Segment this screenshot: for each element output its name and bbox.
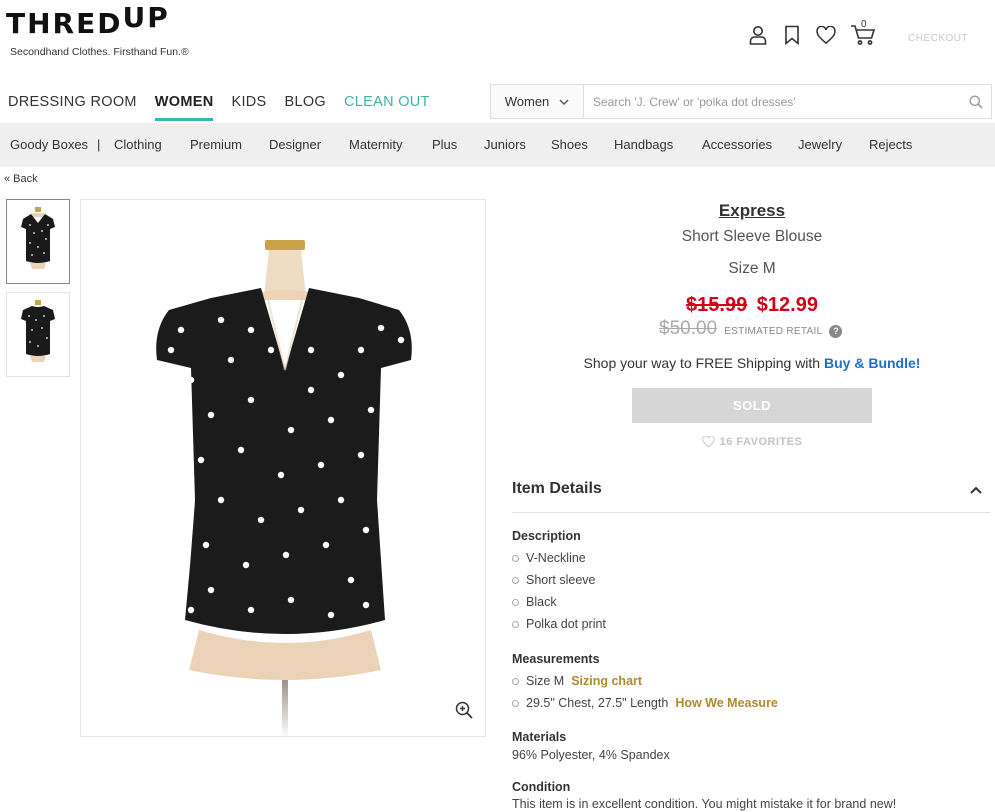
heart-icon[interactable] (816, 24, 836, 46)
category-handbags[interactable]: Handbags (614, 137, 673, 152)
retail-price: $50.00 (659, 318, 718, 339)
chevron-up-icon (970, 486, 982, 494)
category-maternity[interactable]: Maternity (349, 137, 402, 152)
favorites-count: 16 FAVORITES (719, 436, 803, 448)
heart-outline-icon (701, 436, 715, 448)
description-list: V-Neckline Short sleeve Black Polka dot … (512, 547, 606, 635)
search-bar: Women (490, 84, 992, 119)
search-icon[interactable] (961, 85, 991, 118)
logo[interactable]: THREDUP Secondhand Clothes. Firsthand Fu… (6, 1, 189, 59)
main-nav: DRESSING ROOM WOMEN KIDS BLOG CLEAN OUT (8, 94, 430, 121)
sold-button[interactable]: SOLD (632, 388, 872, 423)
materials-title: Materials (512, 730, 567, 744)
shipping-text: Shop your way to FREE Shipping with (583, 355, 824, 371)
checkout-link[interactable]: CHECKOUT (908, 33, 968, 44)
item-details-toggle[interactable]: Item Details (512, 480, 990, 513)
measurement-dims: 29.5" Chest, 27.5" Length (526, 696, 669, 710)
category-premium[interactable]: Premium (190, 137, 242, 152)
retail-help-icon[interactable]: ? (829, 324, 843, 338)
list-item: Size M Sizing chart (512, 670, 778, 692)
search-input[interactable] (584, 85, 961, 118)
condition-title: Condition (512, 780, 571, 794)
category-accessories[interactable]: Accessories (702, 137, 772, 152)
condition-text: This item is in excellent condition. You… (512, 797, 897, 811)
nav-dressing-room[interactable]: DRESSING ROOM (8, 94, 137, 121)
blouse-thumbnail-back-image (21, 299, 55, 362)
category-goody-boxes[interactable]: Goody Boxes (10, 137, 88, 152)
back-link[interactable]: « Back (4, 173, 38, 185)
original-price: $15.99 (686, 294, 748, 316)
measurements-list: Size M Sizing chart 29.5" Chest, 27.5" Le… (512, 670, 778, 714)
product-brand[interactable]: Express (512, 201, 992, 221)
retail-block: $50.00 ESTIMATED RETAIL ? (659, 318, 843, 340)
list-item: Polka dot print (512, 613, 606, 635)
tagline: Secondhand Clothes. Firsthand Fun.® (10, 46, 189, 58)
nav-kids[interactable]: KIDS (231, 94, 266, 121)
list-item: V-Neckline (512, 547, 606, 569)
category-plus[interactable]: Plus (432, 137, 457, 152)
description-title: Description (512, 529, 581, 543)
bookmark-icon[interactable] (782, 24, 802, 46)
list-item: Black (512, 591, 606, 613)
item-details-title: Item Details (512, 480, 602, 497)
list-item: 29.5" Chest, 27.5" Length How We Measure (512, 692, 778, 714)
thumbnail-front[interactable] (6, 199, 70, 284)
measurement-size: Size M (526, 674, 565, 688)
product-main-image[interactable] (80, 199, 486, 737)
category-rejects[interactable]: Rejects (869, 137, 912, 152)
category-bar: Goody Boxes | Clothing Premium Designer … (0, 123, 995, 167)
cart-icon[interactable]: 0 (850, 19, 876, 46)
product-name: Short Sleeve Blouse (681, 228, 823, 245)
zoom-icon[interactable] (455, 701, 473, 724)
nav-clean-out[interactable]: CLEAN OUT (344, 94, 430, 121)
list-item: Short sleeve (512, 569, 606, 591)
category-designer[interactable]: Designer (269, 137, 321, 152)
how-we-measure-link[interactable]: How We Measure (675, 696, 778, 710)
blouse-image (156, 240, 412, 736)
category-clothing[interactable]: Clothing (114, 137, 162, 152)
nav-women[interactable]: WOMEN (154, 94, 214, 121)
category-jewelry[interactable]: Jewelry (798, 137, 842, 152)
nav-blog[interactable]: BLOG (285, 94, 327, 121)
category-shoes[interactable]: Shoes (551, 137, 588, 152)
category-separator: | (97, 137, 101, 152)
cart-count: 0 (861, 19, 867, 30)
logo-wordmark: THREDUP (6, 1, 170, 40)
materials-text: 96% Polyester, 4% Spandex (512, 748, 670, 762)
sizing-chart-link[interactable]: Sizing chart (571, 674, 642, 688)
measurements-title: Measurements (512, 652, 600, 666)
product-size: Size M (728, 260, 776, 277)
search-category-select[interactable]: Women (491, 85, 584, 118)
shipping-promo: Shop your way to FREE Shipping with Buy … (512, 355, 992, 371)
price-block: $15.99 $12.99 (512, 294, 992, 317)
buy-bundle-link[interactable]: Buy & Bundle! (824, 355, 920, 371)
blouse-thumbnail-image (21, 206, 55, 269)
category-juniors[interactable]: Juniors (484, 137, 526, 152)
account-icon[interactable] (748, 24, 768, 46)
chevron-down-icon (559, 99, 569, 105)
header-icons: 0 (748, 19, 876, 46)
sale-price: $12.99 (756, 294, 818, 316)
favorites-button[interactable]: 16 FAVORITES (512, 436, 992, 448)
retail-label: ESTIMATED RETAIL (724, 325, 823, 337)
thumbnail-back[interactable] (6, 292, 70, 377)
search-category-value: Women (504, 94, 550, 109)
